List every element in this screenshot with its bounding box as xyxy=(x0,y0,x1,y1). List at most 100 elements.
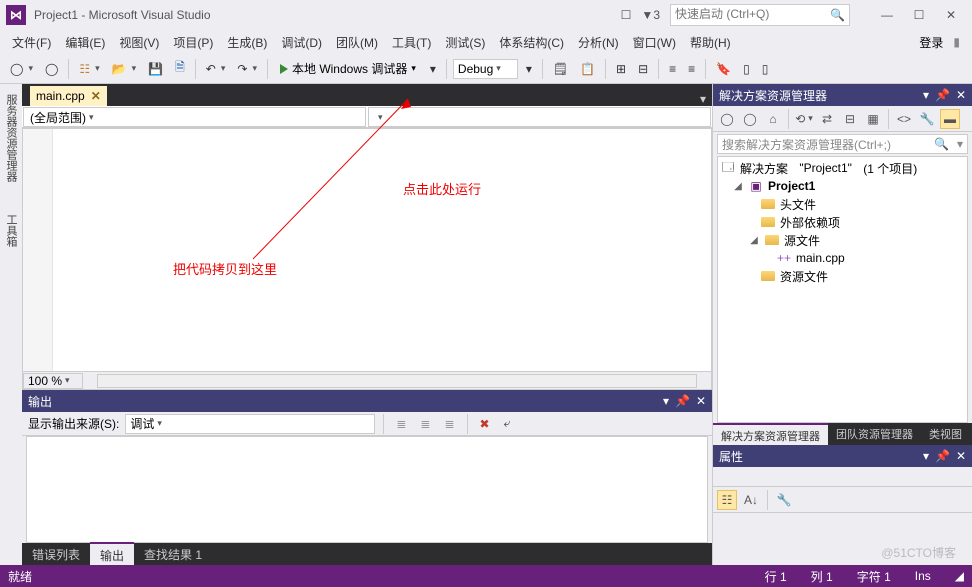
show-all-icon[interactable]: ▦ xyxy=(863,109,883,129)
wrap-output-button[interactable]: ⤶ xyxy=(500,414,515,433)
back-button[interactable]: ◯ xyxy=(6,60,37,78)
panel-close-icon[interactable]: ✕ xyxy=(956,449,966,463)
debug-target-dropdown[interactable]: ▾ xyxy=(426,60,440,78)
file-main-cpp[interactable]: ++ main.cpp xyxy=(720,249,965,267)
project-node[interactable]: ◢ ▣ Project1 xyxy=(720,177,965,195)
solution-node[interactable]: 🗔 解决方案 "Project1" (1 个项目) xyxy=(720,159,965,177)
tab-find-results[interactable]: 查找结果 1 xyxy=(134,543,212,566)
collapse-icon[interactable]: ⊟ xyxy=(840,109,860,129)
toolbox-tab[interactable]: 工具箱 xyxy=(1,208,21,253)
refresh-icon[interactable]: ⇄ xyxy=(817,109,837,129)
zoom-combo[interactable]: 100 % xyxy=(23,373,83,389)
preview-icon[interactable]: ▬ xyxy=(940,109,960,129)
tab-dropdown-icon[interactable]: ▾ xyxy=(700,92,706,106)
tab-class-view[interactable]: 类视图 xyxy=(921,423,970,445)
tab-team-explorer[interactable]: 团队资源管理器 xyxy=(828,423,921,445)
save-all-button[interactable]: 🗎 xyxy=(171,56,189,81)
menu-file[interactable]: 文件(F) xyxy=(6,32,57,53)
menu-test[interactable]: 测试(S) xyxy=(439,32,491,53)
menu-help[interactable]: 帮助(H) xyxy=(684,32,737,53)
scope-combo[interactable]: (全局范围) xyxy=(23,107,366,127)
indent-left-button[interactable]: ≡ xyxy=(665,60,680,78)
external-deps-folder[interactable]: 外部依赖项 xyxy=(720,213,965,231)
menu-view[interactable]: 视图(V) xyxy=(113,32,165,53)
alphabetical-icon[interactable]: A↓ xyxy=(741,490,761,510)
properties-combo[interactable] xyxy=(713,467,972,487)
tab-error-list[interactable]: 错误列表 xyxy=(22,543,90,566)
menu-arch[interactable]: 体系结构(C) xyxy=(493,32,570,53)
indent-right-button[interactable]: ≡ xyxy=(684,60,699,78)
close-tab-icon[interactable]: ✕ xyxy=(91,89,101,103)
toolbar-btn-4[interactable]: ⊟ xyxy=(634,60,652,78)
pin-icon[interactable]: 📌 xyxy=(675,394,690,408)
panel-close-icon[interactable]: ✕ xyxy=(696,394,706,408)
toolbar-btn-2[interactable]: 📋 xyxy=(576,60,599,78)
toolbar-btn-3[interactable]: ⊞ xyxy=(612,60,630,78)
home-icon[interactable]: ⌂ xyxy=(763,109,783,129)
feedback-icon[interactable]: ☐ xyxy=(621,8,632,22)
forward-button[interactable]: ◯ xyxy=(41,60,62,78)
pin-icon[interactable]: 📌 xyxy=(935,88,950,102)
member-combo[interactable] xyxy=(368,107,711,127)
menu-project[interactable]: 项目(P) xyxy=(167,32,219,53)
panel-dropdown-icon[interactable]: ▾ xyxy=(663,394,669,408)
tab-solution-explorer[interactable]: 解决方案资源管理器 xyxy=(713,423,828,445)
back-icon[interactable]: ◯ xyxy=(717,109,737,129)
uncomment-button[interactable]: ▯ xyxy=(758,60,773,78)
undo-button[interactable]: ↶ xyxy=(202,60,230,78)
server-explorer-tab[interactable]: 服务器资源管理器 xyxy=(1,88,21,188)
start-debugging-button[interactable]: 本地 Windows 调试器 ▾ xyxy=(274,58,422,79)
horizontal-scrollbar[interactable] xyxy=(97,374,697,388)
output-btn-2[interactable]: ≣ xyxy=(416,415,434,433)
output-btn-1[interactable]: ≣ xyxy=(392,415,410,433)
pin-icon[interactable]: 📌 xyxy=(935,449,950,463)
quick-launch-input[interactable]: 快速启动 (Ctrl+Q) 🔍 xyxy=(670,4,850,26)
tab-output[interactable]: 输出 xyxy=(90,542,134,567)
bookmark-button[interactable]: 🔖 xyxy=(712,60,735,78)
close-button[interactable]: ✕ xyxy=(936,4,966,26)
menu-team[interactable]: 团队(M) xyxy=(330,32,384,53)
config-dropdown[interactable]: ▾ xyxy=(522,60,536,78)
output-body[interactable] xyxy=(26,436,708,543)
user-icon[interactable]: ▮ xyxy=(953,35,960,49)
resize-grip-icon[interactable]: ◢ xyxy=(955,569,964,583)
new-project-button[interactable]: ☷ xyxy=(75,60,103,78)
panel-close-icon[interactable]: ✕ xyxy=(956,88,966,102)
expand-icon[interactable]: ◢ xyxy=(748,235,760,246)
maximize-button[interactable]: ☐ xyxy=(904,4,934,26)
notifications-icon[interactable]: ▼3 xyxy=(641,8,660,22)
resources-folder[interactable]: 资源文件 xyxy=(720,267,965,285)
file-tab-main[interactable]: main.cpp ✕ xyxy=(30,86,107,106)
code-icon[interactable]: <> xyxy=(894,109,914,129)
configuration-combo[interactable]: Debug xyxy=(453,59,518,79)
comment-button[interactable]: ▯ xyxy=(739,60,754,78)
menu-tools[interactable]: 工具(T) xyxy=(386,32,437,53)
sources-folder[interactable]: ◢ 源文件 xyxy=(720,231,965,249)
save-button[interactable]: 💾 xyxy=(144,60,167,78)
panel-dropdown-icon[interactable]: ▾ xyxy=(923,449,929,463)
open-button[interactable]: 📂 xyxy=(108,60,140,78)
expand-icon[interactable]: ◢ xyxy=(732,181,744,192)
code-editor[interactable]: 点击此处运行 把代码拷贝到这里 xyxy=(23,129,711,371)
menu-window[interactable]: 窗口(W) xyxy=(627,32,682,53)
toolbar-btn-1[interactable]: 🗒 xyxy=(549,60,572,78)
menu-debug[interactable]: 调试(D) xyxy=(275,32,328,53)
categorized-icon[interactable]: ☷ xyxy=(717,490,737,510)
forward-icon[interactable]: ◯ xyxy=(740,109,760,129)
login-link[interactable]: 登录 xyxy=(919,34,943,51)
panel-dropdown-icon[interactable]: ▾ xyxy=(923,88,929,102)
property-pages-icon[interactable]: 🔧 xyxy=(774,490,794,510)
output-btn-3[interactable]: ≣ xyxy=(440,415,458,433)
output-source-combo[interactable]: 调试 xyxy=(125,414,375,434)
clear-output-button[interactable]: ✖ xyxy=(476,415,494,433)
headers-folder[interactable]: 头文件 xyxy=(720,195,965,213)
redo-button[interactable]: ↷ xyxy=(233,60,261,78)
menu-analyze[interactable]: 分析(N) xyxy=(572,32,625,53)
solution-tree[interactable]: 🗔 解决方案 "Project1" (1 个项目) ◢ ▣ Project1 头… xyxy=(717,156,968,423)
solution-search-input[interactable]: 搜索解决方案资源管理器(Ctrl+;) 🔍 ▾ xyxy=(717,134,968,154)
minimize-button[interactable]: — xyxy=(872,4,902,26)
sync-icon[interactable]: ⟲ xyxy=(794,109,814,129)
menu-build[interactable]: 生成(B) xyxy=(221,32,273,53)
menu-edit[interactable]: 编辑(E) xyxy=(59,32,111,53)
properties-icon[interactable]: 🔧 xyxy=(917,109,937,129)
